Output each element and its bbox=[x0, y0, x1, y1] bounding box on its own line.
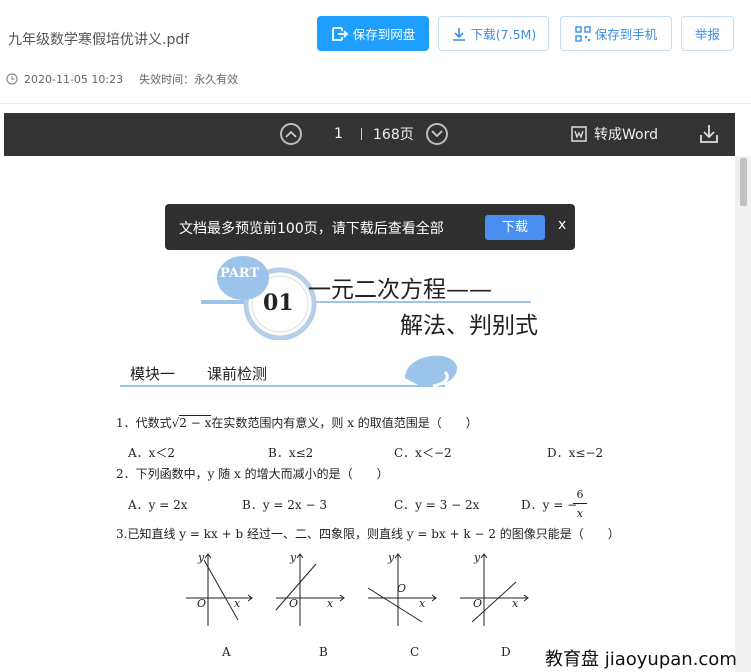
graph-d-label: D bbox=[501, 645, 511, 659]
download-icon bbox=[452, 27, 465, 41]
expire-label: 失效时间：永久有效 bbox=[139, 73, 239, 86]
document-header: 九年级数学寒假培优讲义.pdf 2020-11-05 10:23 失效时间：永久… bbox=[0, 0, 751, 104]
toolbar-download-icon[interactable] bbox=[698, 123, 720, 145]
q1-option-c: C．x＜−2 bbox=[394, 446, 452, 460]
q1-suffix: 在实数范围内有意义，则 x 的取值范围是（ ） bbox=[211, 416, 478, 430]
qrcode-icon bbox=[575, 25, 591, 42]
report-button[interactable]: 举报 bbox=[681, 16, 734, 51]
prev-page-button[interactable] bbox=[280, 123, 302, 145]
q2-fraction-numerator: 6 bbox=[576, 488, 584, 501]
clock-icon bbox=[6, 73, 18, 85]
chevron-up-icon bbox=[285, 130, 297, 138]
q1-prefix: 1．代数式 bbox=[116, 416, 172, 430]
next-page-button[interactable] bbox=[426, 123, 448, 145]
scrollbar-thumb[interactable] bbox=[740, 158, 747, 206]
chapter-heading: 一元二次方程—— bbox=[308, 277, 492, 303]
part-label: PART bbox=[220, 266, 260, 281]
q1-option-b: B．x≤2 bbox=[268, 446, 314, 460]
document-title: 九年级数学寒假培优讲义.pdf bbox=[8, 32, 190, 48]
vertical-scrollbar[interactable] bbox=[735, 156, 751, 672]
graph-c-origin: O bbox=[397, 582, 407, 595]
document-meta: 2020-11-05 10:23 失效时间：永久有效 bbox=[6, 71, 238, 87]
q2-option-d: D．y = − bbox=[521, 498, 578, 512]
graph-a-x-label: x bbox=[234, 597, 241, 610]
page-separator bbox=[361, 128, 362, 140]
convert-to-word-button[interactable]: 转成Word bbox=[570, 124, 658, 144]
graph-c-x-label: x bbox=[419, 597, 426, 610]
graph-d-x-label: x bbox=[512, 597, 519, 610]
save-to-cloud-label: 保存到网盘 bbox=[352, 27, 416, 42]
save-to-phone-label: 保存到手机 bbox=[594, 27, 658, 42]
graph-a bbox=[186, 553, 253, 626]
chevron-down-icon bbox=[431, 130, 443, 138]
download-label: 下载(7.5M) bbox=[470, 27, 537, 42]
preview-limit-notice: 文档最多预览前100页，请下载后查看全部 下载 x bbox=[165, 204, 575, 250]
graph-b bbox=[275, 553, 345, 626]
viewer-toolbar: 1 168页 转成Word bbox=[4, 113, 735, 156]
question-1: 1．代数式√2 − x在实数范围内有意义，则 x 的取值范围是（ ） bbox=[116, 414, 478, 431]
q2-option-c: C．y = 3 − 2x bbox=[394, 498, 480, 512]
save-cloud-icon bbox=[331, 26, 349, 41]
graph-c-label: C bbox=[410, 645, 420, 659]
module-title: 模块一 bbox=[130, 365, 176, 383]
notice-text: 文档最多预览前100页，请下载后查看全部 bbox=[179, 221, 444, 237]
question-2: 2．下列函数中，y 随 x 的增大而减小的是（ ） bbox=[116, 467, 389, 481]
graph-b-y-label: y bbox=[290, 551, 297, 564]
q2-option-b: B．y = 2x − 3 bbox=[242, 498, 328, 512]
q2-option-a: A．y = 2x bbox=[128, 498, 188, 512]
graph-b-x-label: x bbox=[327, 597, 334, 610]
report-label: 举报 bbox=[694, 27, 720, 42]
q1-radicand: 2 − x bbox=[179, 415, 212, 430]
graph-b-origin: O bbox=[289, 597, 299, 610]
graph-b-label: B bbox=[319, 645, 328, 659]
module-name: 课前检测 bbox=[207, 365, 268, 383]
q1-option-d: D．x≤−2 bbox=[547, 446, 604, 460]
watermark: 教育盘 jiaoyupan.com bbox=[545, 649, 737, 670]
chapter-subheading: 解法、判别式 bbox=[400, 313, 538, 339]
total-pages: 168页 bbox=[373, 127, 414, 143]
notice-close-button[interactable]: x bbox=[558, 217, 566, 233]
q2-fraction-denominator: x bbox=[576, 507, 584, 520]
q1-option-a: A．x＜2 bbox=[128, 446, 176, 460]
convert-to-word-label: 转成Word bbox=[594, 127, 658, 143]
graph-a-label: A bbox=[222, 645, 231, 659]
graph-c-y-label: y bbox=[388, 551, 395, 564]
q2-fraction-bar bbox=[573, 503, 587, 504]
graph-a-y-label: y bbox=[198, 551, 205, 564]
current-page-input[interactable]: 1 bbox=[316, 120, 361, 148]
graph-d-y-label: y bbox=[474, 551, 481, 564]
graph-d-origin: O bbox=[473, 597, 483, 610]
upload-date: 2020-11-05 10:23 bbox=[24, 72, 124, 86]
word-doc-icon bbox=[571, 126, 587, 142]
download-button[interactable]: 下载(7.5M) bbox=[438, 16, 549, 51]
graph-a-origin: O bbox=[197, 597, 207, 610]
save-to-cloud-button[interactable]: 保存到网盘 bbox=[317, 16, 429, 51]
graph-d bbox=[460, 553, 529, 626]
save-to-phone-button[interactable]: 保存到手机 bbox=[560, 16, 672, 51]
question-3: 3.已知直线 y = kx + b 经过一、二、四象限，则直线 y = bx +… bbox=[116, 527, 620, 541]
part-number: 01 bbox=[263, 290, 294, 316]
notice-download-button[interactable]: 下载 bbox=[485, 215, 545, 240]
